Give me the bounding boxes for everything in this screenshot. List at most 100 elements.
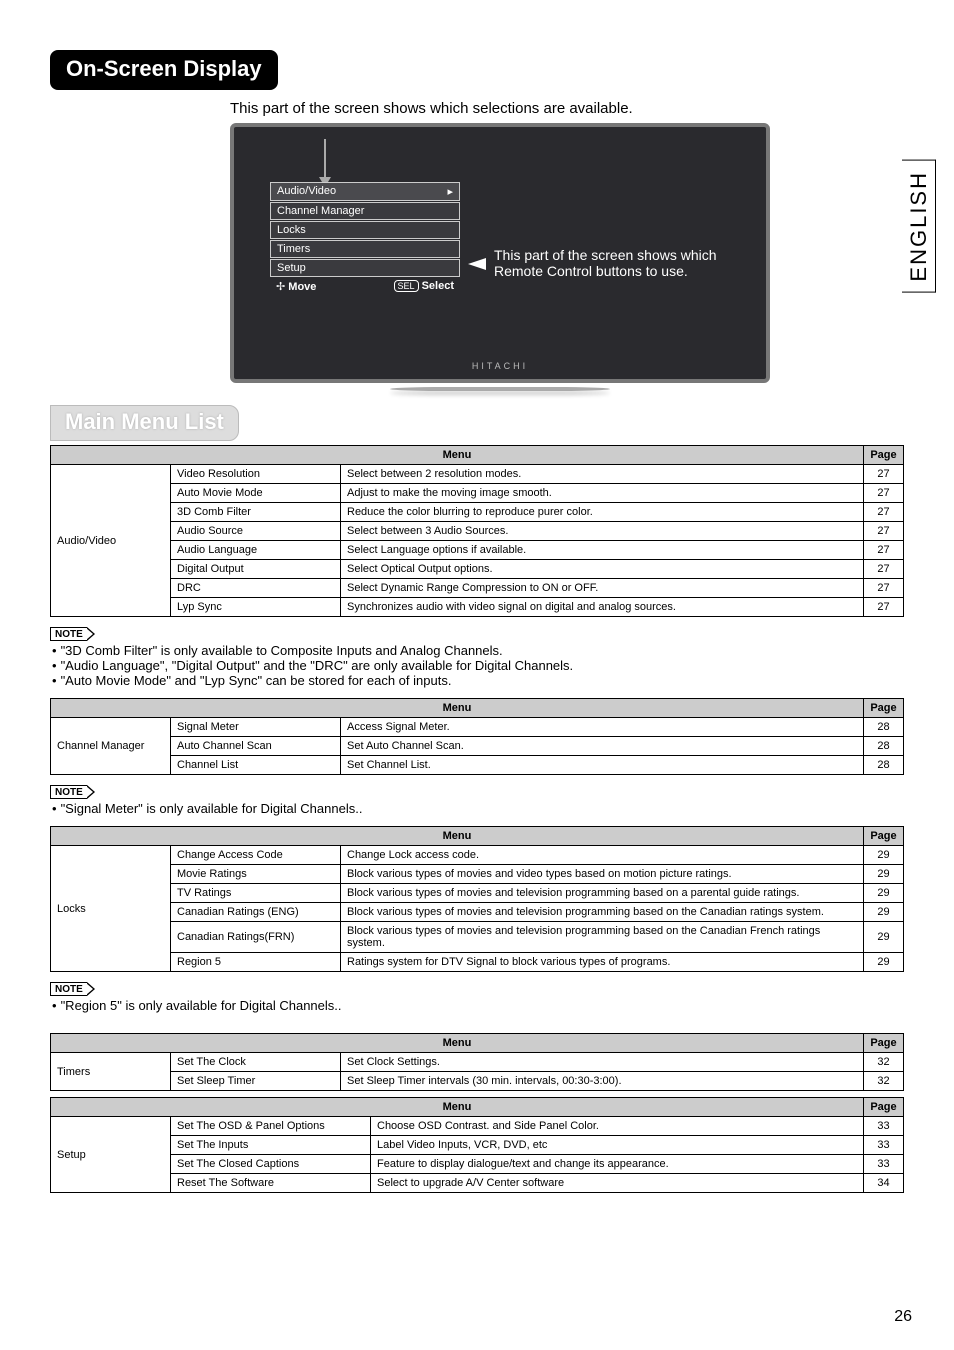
pg: 27	[864, 503, 904, 522]
note-list-cm: •"Signal Meter" is only available for Di…	[52, 801, 904, 816]
note-text: "Region 5" is only available for Digital…	[61, 998, 342, 1013]
menu-label: Channel Manager	[277, 205, 364, 217]
desc: Label Video Inputs, VCR, DVD, etc	[371, 1136, 864, 1155]
note-item: •"3D Comb Filter" is only available to C…	[52, 643, 904, 658]
pg: 33	[864, 1117, 904, 1136]
locks-table: MenuPage Locks Change Access CodeChange …	[50, 826, 904, 972]
opt: Movie Ratings	[171, 865, 341, 884]
menu-nav-hint: ✢ Move SEL Select	[270, 278, 460, 295]
desc: Set Sleep Timer intervals (30 min. inter…	[341, 1072, 864, 1091]
nav-move-hint: ✢ Move	[276, 280, 316, 293]
pg: 28	[864, 718, 904, 737]
opt: 3D Comb Filter	[171, 503, 341, 522]
pg: 34	[864, 1174, 904, 1193]
note-text: "Audio Language", "Digital Output" and t…	[61, 658, 574, 673]
note-item: •"Auto Movie Mode" and "Lyp Sync" can be…	[52, 673, 904, 688]
timers-table: MenuPage Timers Set The ClockSet Clock S…	[50, 1033, 904, 1091]
tv-menu-panel: Audio/Video▸ Channel Manager Locks Timer…	[270, 182, 460, 296]
desc: Select Dynamic Range Compression to ON o…	[341, 579, 864, 598]
note-text: "3D Comb Filter" is only available to Co…	[61, 643, 503, 658]
menu-row-locks: Locks	[270, 221, 460, 239]
opt: Set The Inputs	[171, 1136, 371, 1155]
menu-row-setup: Setup	[270, 259, 460, 277]
tv-stand	[390, 387, 610, 399]
pg: 29	[864, 846, 904, 865]
desc: Select Language options if available.	[341, 541, 864, 560]
col-menu: Menu	[51, 699, 864, 718]
desc: Select between 2 resolution modes.	[341, 465, 864, 484]
pg: 28	[864, 737, 904, 756]
menu-row-audio-video: Audio/Video▸	[270, 182, 460, 201]
col-page: Page	[864, 1034, 904, 1053]
pg: 28	[864, 756, 904, 775]
opt: Canadian Ratings (ENG)	[171, 903, 341, 922]
desc: Block various types of movies and video …	[341, 865, 864, 884]
section-title: Main Menu List	[50, 405, 239, 441]
pg: 33	[864, 1155, 904, 1174]
pg: 27	[864, 579, 904, 598]
pg: 27	[864, 541, 904, 560]
note-text: "Signal Meter" is only available for Dig…	[61, 801, 363, 816]
col-menu: Menu	[51, 827, 864, 846]
brand-logo: HITACHI	[472, 361, 528, 371]
intro-text: This part of the screen shows which sele…	[230, 100, 904, 117]
nav-select-hint: SEL Select	[394, 280, 455, 293]
note-item: •"Signal Meter" is only available for Di…	[52, 801, 904, 816]
arrow-left-icon	[468, 258, 486, 270]
page-number: 26	[894, 1308, 912, 1326]
pg: 29	[864, 884, 904, 903]
desc: Synchronizes audio with video signal on …	[341, 598, 864, 617]
opt: Set Sleep Timer	[171, 1072, 341, 1091]
opt: TV Ratings	[171, 884, 341, 903]
pg: 27	[864, 560, 904, 579]
opt: DRC	[171, 579, 341, 598]
col-page: Page	[864, 699, 904, 718]
desc: Access Signal Meter.	[341, 718, 864, 737]
desc: Select between 3 Audio Sources.	[341, 522, 864, 541]
setup-table: MenuPage Setup Set The OSD & Panel Optio…	[50, 1097, 904, 1193]
opt: Lyp Sync	[171, 598, 341, 617]
desc: Set Clock Settings.	[341, 1053, 864, 1072]
col-page: Page	[864, 1098, 904, 1117]
note-label: NOTE	[50, 785, 87, 799]
channel-manager-table: MenuPage Channel Manager Signal MeterAcc…	[50, 698, 904, 775]
note-label: NOTE	[50, 982, 87, 996]
move-label: Move	[288, 281, 316, 293]
pg: 27	[864, 465, 904, 484]
desc: Set Auto Channel Scan.	[341, 737, 864, 756]
note-list-locks: •"Region 5" is only available for Digita…	[52, 998, 904, 1013]
chevron-right-icon: ▸	[447, 185, 453, 198]
menu-label: Timers	[277, 243, 310, 255]
opt: Audio Source	[171, 522, 341, 541]
opt: Digital Output	[171, 560, 341, 579]
desc: Ratings system for DTV Signal to block v…	[341, 953, 864, 972]
opt: Channel List	[171, 756, 341, 775]
pg: 32	[864, 1053, 904, 1072]
tv-mock: Audio/Video▸ Channel Manager Locks Timer…	[230, 123, 770, 383]
desc: Change Lock access code.	[341, 846, 864, 865]
note-item: •"Audio Language", "Digital Output" and …	[52, 658, 904, 673]
opt: Video Resolution	[171, 465, 341, 484]
opt: Audio Language	[171, 541, 341, 560]
desc: Reduce the color blurring to reproduce p…	[341, 503, 864, 522]
pg: 29	[864, 865, 904, 884]
menu-row-timers: Timers	[270, 240, 460, 258]
pg: 27	[864, 598, 904, 617]
desc: Adjust to make the moving image smooth.	[341, 484, 864, 503]
desc: Feature to display dialogue/text and cha…	[371, 1155, 864, 1174]
page-title: On-Screen Display	[50, 50, 278, 90]
pg: 29	[864, 953, 904, 972]
opt: Set The Clock	[171, 1053, 341, 1072]
tv-caption: This part of the screen shows which Remo…	[494, 247, 734, 279]
pg: 29	[864, 922, 904, 953]
pg: 33	[864, 1136, 904, 1155]
select-label: Select	[422, 280, 454, 292]
opt: Auto Movie Mode	[171, 484, 341, 503]
menu-label: Locks	[277, 224, 306, 236]
desc: Block various types of movies and televi…	[341, 922, 864, 953]
opt: Signal Meter	[171, 718, 341, 737]
desc: Choose OSD Contrast. and Side Panel Colo…	[371, 1117, 864, 1136]
pg: 29	[864, 903, 904, 922]
audio-video-table: MenuPage Audio/Video Video ResolutionSel…	[50, 445, 904, 617]
menu-label: Setup	[277, 262, 306, 274]
